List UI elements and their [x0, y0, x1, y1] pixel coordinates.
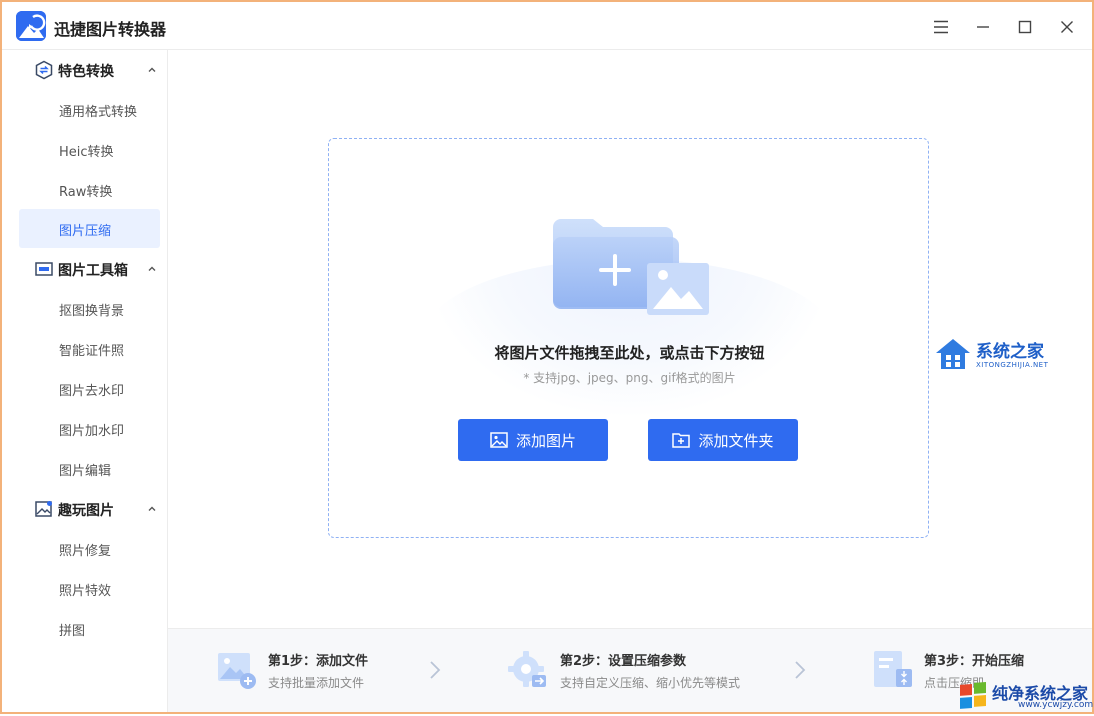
step-2-title: 第2步：设置压缩参数 [560, 654, 687, 669]
step-3-title: 第3步：开始压缩 [924, 654, 1025, 669]
sidebar-item-remove-watermark[interactable]: 图片去水印 [19, 369, 160, 408]
chevron-up-icon [148, 266, 156, 271]
chevron-up-icon [148, 67, 156, 72]
chevron-up-icon [148, 506, 156, 511]
drop-zone[interactable]: 将图片文件拖拽至此处，或点击下方按钮 * 支持jpg、jpeg、png、gif格… [328, 138, 929, 538]
step-1-desc: 支持批量添加文件 [268, 676, 365, 690]
fun-image-icon [35, 501, 52, 517]
close-icon[interactable] [1054, 14, 1080, 40]
convert-icon [35, 60, 53, 80]
sidebar-item-label: 照片特效 [59, 584, 112, 599]
sidebar: 特色转换 通用格式转换 Heic转换 Raw转换 图片压缩 图片工具箱 抠图换背… [2, 50, 168, 712]
sidebar-item-label: 照片修复 [59, 544, 112, 559]
sidebar-item-image-edit[interactable]: 图片编辑 [19, 449, 160, 488]
sidebar-item-heic[interactable]: Heic转换 [19, 130, 160, 169]
sidebar-group-label: 图片工具箱 [58, 263, 128, 279]
sidebar-item-collage[interactable]: 拼图 [19, 609, 160, 648]
sidebar-group-feature-convert[interactable]: 特色转换 [2, 50, 168, 90]
sidebar-item-label: 拼图 [59, 624, 86, 639]
drop-zone-subtitle: * 支持jpg、jpeg、png、gif格式的图片 [523, 371, 736, 385]
sidebar-item-label: Heic转换 [59, 145, 114, 160]
title-bar: 迅捷图片转换器 [2, 2, 1092, 50]
sidebar-item-raw[interactable]: Raw转换 [19, 170, 160, 209]
chevron-right-icon [430, 661, 441, 679]
sidebar-item-label: 通用格式转换 [59, 105, 138, 120]
sidebar-item-photo-repair[interactable]: 照片修复 [19, 529, 160, 568]
maximize-icon[interactable] [1012, 14, 1038, 40]
sidebar-group-label: 趣玩图片 [58, 503, 114, 519]
add-image-label: 添加图片 [515, 431, 576, 450]
sidebar-item-label: 图片压缩 [59, 224, 112, 239]
steps-bar: 第1步：添加文件 支持批量添加文件 第2步：设置压缩参数 支持自定义压缩、缩小优… [168, 628, 1092, 712]
compress-step-icon [874, 651, 912, 687]
watermark-subtitle: www.ycwjzy.com [1018, 700, 1094, 710]
toolbox-icon [35, 262, 53, 276]
sidebar-item-label: 图片编辑 [59, 464, 112, 479]
sidebar-item-label: 图片去水印 [59, 384, 125, 399]
add-folder-label: 添加文件夹 [698, 431, 774, 450]
sidebar-item-label: Raw转换 [59, 185, 113, 200]
sidebar-item-cutout-background[interactable]: 抠图换背景 [19, 289, 160, 328]
app-logo-icon [16, 11, 46, 41]
sidebar-group-label: 特色转换 [58, 64, 114, 80]
add-image-button[interactable]: 添加图片 [458, 419, 608, 461]
sidebar-group-toolbox[interactable]: 图片工具箱 [2, 249, 168, 289]
step-2-desc: 支持自定义压缩、缩小优先等模式 [560, 676, 741, 690]
chevron-right-icon [795, 661, 806, 679]
app-window: 迅捷图片转换器 特色转换 通用格式转换 Heic转换 Raw转换 图片压缩 图片… [0, 0, 1094, 714]
watermark-xitongzhijia: 系统之家 XITONGZHIJIA.NET [934, 337, 1084, 377]
sidebar-group-fun-images[interactable]: 趣玩图片 [2, 489, 168, 529]
hamburger-menu-icon[interactable] [928, 14, 954, 40]
drop-zone-title: 将图片文件拖拽至此处，或点击下方按钮 [494, 344, 765, 362]
minimize-icon[interactable] [970, 14, 996, 40]
sidebar-item-image-compress[interactable]: 图片压缩 [19, 209, 160, 248]
windows-logo-icon [960, 682, 986, 709]
step-1-title: 第1步：添加文件 [268, 654, 369, 669]
add-image-step-icon [218, 653, 256, 689]
folder-add-icon [553, 219, 709, 315]
settings-step-icon [508, 651, 546, 687]
add-folder-button[interactable]: 添加文件夹 [648, 419, 798, 461]
house-logo-icon [936, 339, 970, 369]
sidebar-item-general-format[interactable]: 通用格式转换 [19, 90, 160, 129]
sidebar-item-photo-effects[interactable]: 照片特效 [19, 569, 160, 608]
watermark-title: 系统之家 [976, 342, 1044, 362]
watermark-subtitle: XITONGZHIJIA.NET [976, 361, 1049, 369]
app-title: 迅捷图片转换器 [54, 20, 167, 39]
sidebar-item-label: 图片加水印 [59, 424, 125, 439]
image-icon [490, 432, 508, 448]
sidebar-item-add-watermark[interactable]: 图片加水印 [19, 409, 160, 448]
folder-plus-icon [672, 433, 691, 448]
sidebar-item-label: 智能证件照 [59, 344, 125, 359]
sidebar-item-label: 抠图换背景 [59, 304, 125, 319]
watermark-chunjing: 纯净系统之家 www.ycwjzy.com [958, 680, 1094, 716]
sidebar-item-id-photo[interactable]: 智能证件照 [19, 329, 160, 368]
